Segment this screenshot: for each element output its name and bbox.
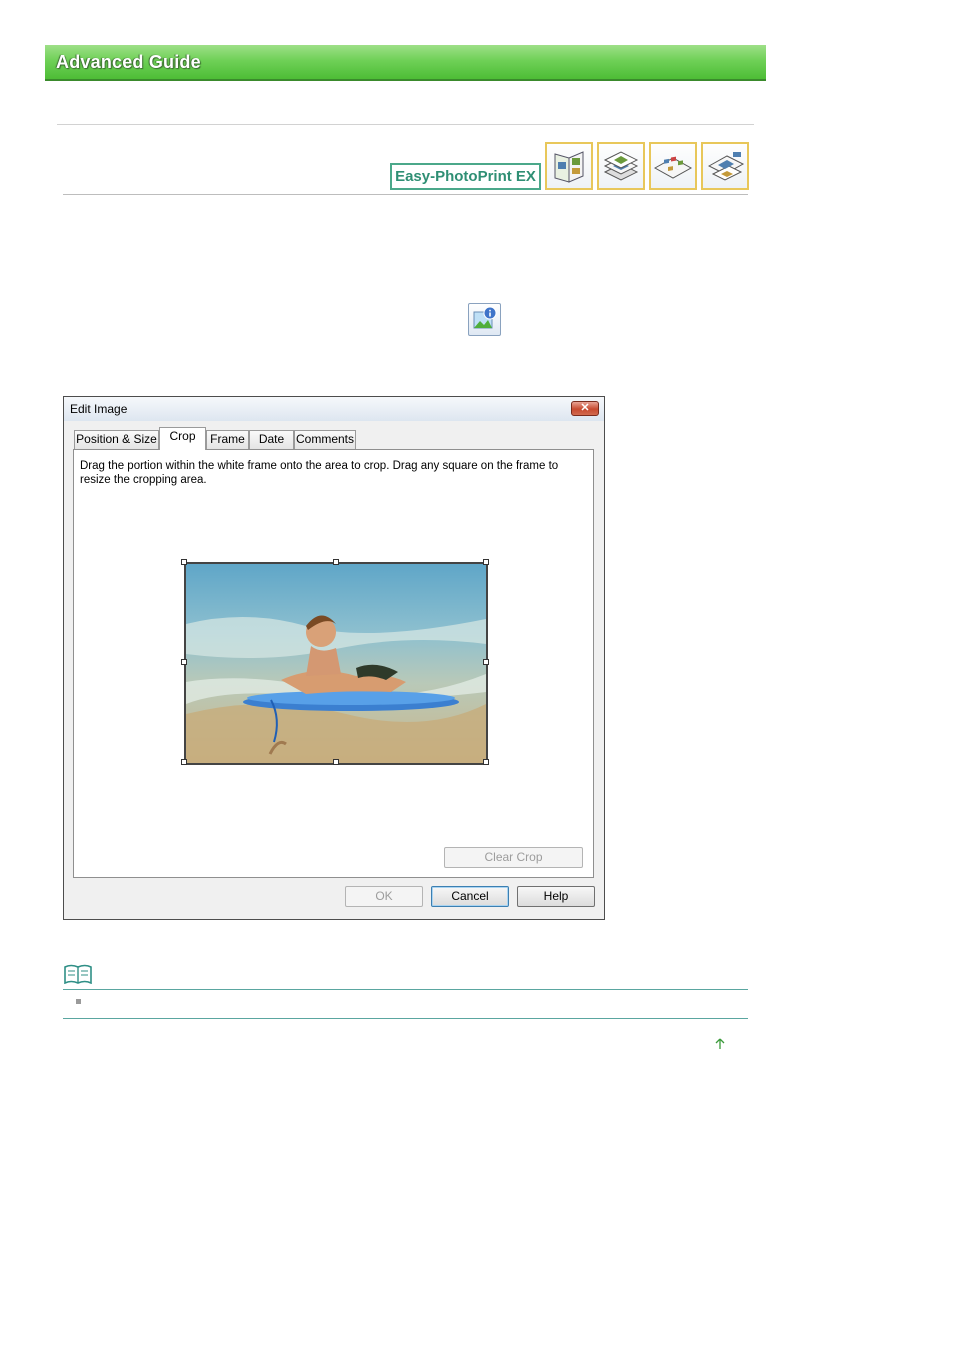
sticker-icon[interactable]: [649, 142, 697, 190]
note-divider-top: [63, 989, 748, 990]
ok-button[interactable]: OK: [345, 886, 423, 907]
crop-handle-bottom-left[interactable]: [181, 759, 187, 765]
guide-banner: Advanced Guide: [45, 45, 766, 81]
calendar-icon[interactable]: [701, 142, 749, 190]
crop-tab-panel: Drag the portion within the white frame …: [73, 449, 594, 878]
crop-handle-top[interactable]: [333, 559, 339, 565]
note-book-icon: [64, 964, 92, 989]
clear-crop-button[interactable]: Clear Crop: [444, 847, 583, 868]
product-label[interactable]: Easy-PhotoPrint EX: [390, 163, 541, 190]
image-info-icon[interactable]: [468, 303, 501, 336]
divider-header: [63, 194, 748, 195]
album-icon[interactable]: [545, 142, 593, 190]
crop-handle-top-right[interactable]: [483, 559, 489, 565]
layout-print-icon[interactable]: [597, 142, 645, 190]
crop-instruction: Drag the portion within the white frame …: [80, 460, 559, 486]
tab-crop[interactable]: Crop: [159, 427, 206, 450]
dialog-title: Edit Image: [70, 402, 128, 416]
crop-handle-left[interactable]: [181, 659, 187, 665]
crop-handle-top-left[interactable]: [181, 559, 187, 565]
tab-date[interactable]: Date: [249, 430, 294, 449]
beach-photo: [186, 564, 486, 763]
note-divider-bottom: [63, 1018, 748, 1019]
close-button[interactable]: ✕: [571, 401, 599, 416]
tab-frame[interactable]: Frame: [206, 430, 249, 449]
guide-title: Advanced Guide: [56, 52, 201, 72]
dialog-titlebar[interactable]: Edit Image ✕: [64, 397, 604, 421]
tab-position-size[interactable]: Position & Size: [74, 430, 159, 449]
crop-handle-bottom[interactable]: [333, 759, 339, 765]
cancel-button[interactable]: Cancel: [431, 886, 509, 907]
close-icon: ✕: [580, 402, 590, 414]
note-bullet: [76, 999, 81, 1004]
divider-top: [57, 124, 754, 125]
edit-image-dialog: Edit Image ✕ Position & Size Crop Frame …: [63, 396, 605, 920]
crop-handle-right[interactable]: [483, 659, 489, 665]
crop-preview-image[interactable]: [184, 562, 488, 765]
crop-handle-bottom-right[interactable]: [483, 759, 489, 765]
page-top-arrow-icon[interactable]: [713, 1037, 727, 1056]
tab-comments[interactable]: Comments: [294, 430, 356, 449]
help-button[interactable]: Help: [517, 886, 595, 907]
